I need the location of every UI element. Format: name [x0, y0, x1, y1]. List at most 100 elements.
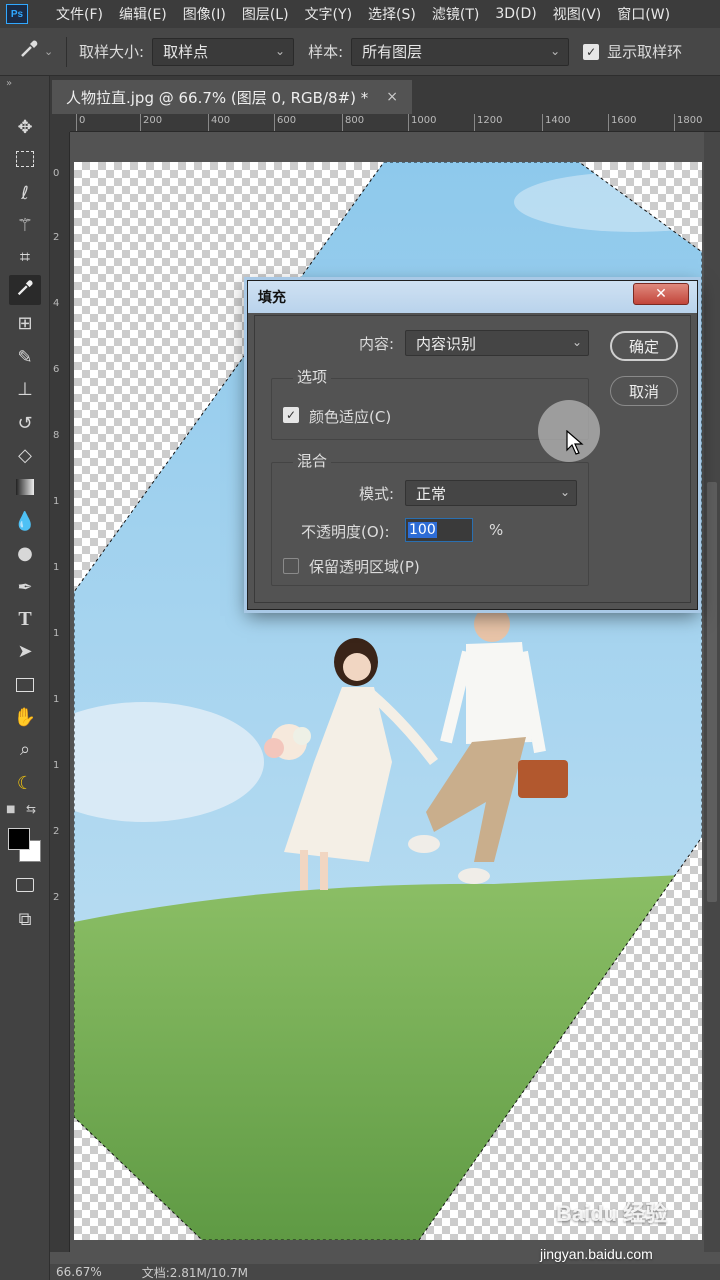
move-tool[interactable]: ✥ [9, 112, 41, 142]
rectangle-icon [16, 678, 34, 692]
screen-mode-icon: ⧉ [18, 908, 32, 930]
document-tab-title: 人物拉直.jpg @ 66.7% (图层 0, RGB/8#) * [66, 88, 369, 107]
path-selection-tool[interactable]: ➤ [9, 636, 41, 666]
stamp-tool[interactable]: ⊥ [9, 374, 41, 404]
zoom-level[interactable]: 66.67% [56, 1265, 102, 1279]
ok-button[interactable]: 确定 [610, 331, 678, 361]
type-icon: T [18, 607, 32, 630]
ruler-tick: 800 [342, 114, 364, 131]
ok-label: 确定 [628, 337, 659, 356]
arrow-icon: ➤ [17, 640, 33, 662]
divider [66, 36, 67, 67]
screen-mode-button[interactable]: ⧉ [9, 904, 41, 934]
ruler-tick: 1600 [608, 114, 636, 131]
close-icon: ✕ [655, 286, 667, 302]
ruler-tick: 8 [53, 430, 60, 441]
contents-select[interactable]: 内容识别 ⌄ [405, 330, 589, 356]
show-ring-checkbox[interactable]: ✓ [583, 43, 600, 60]
mode-label: 模式: [359, 485, 395, 503]
scrollbar-thumb[interactable] [707, 482, 717, 902]
eyedropper-tool[interactable] [9, 275, 41, 305]
lasso-tool[interactable]: ℓ [9, 178, 41, 208]
dialog-body: 内容: 内容识别 ⌄ 确定 取消 选项 ✓ 颜色适应(C) 混合 模式: 正常 … [254, 315, 691, 603]
dialog-titlebar[interactable]: 填充 ✕ [248, 281, 697, 313]
foreground-color-swatch[interactable] [8, 828, 30, 850]
chevron-down-icon: ⌄ [571, 335, 582, 349]
opacity-value: 100 [408, 522, 437, 538]
menu-3d[interactable]: 3D(D) [495, 6, 536, 22]
menu-image[interactable]: 图像(I) [183, 4, 226, 24]
menu-file[interactable]: 文件(F) [56, 4, 103, 24]
preserve-transparency-checkbox[interactable] [283, 558, 299, 574]
rectangle-tool[interactable] [9, 670, 41, 700]
quick-mask-button[interactable] [9, 870, 41, 900]
magic-wand-tool[interactable]: ⚚ [9, 210, 41, 240]
tool-preset-picker[interactable]: ⌄ [18, 37, 58, 67]
menu-type[interactable]: 文字(Y) [305, 4, 352, 24]
hand-icon: ✋ [13, 706, 37, 728]
opacity-unit: % [489, 521, 504, 539]
menu-bar: Ps 文件(F) 编辑(E) 图像(I) 图层(L) 文字(Y) 选择(S) 滤… [0, 0, 720, 28]
gradient-tool[interactable] [9, 472, 41, 502]
pen-tool[interactable]: ✒ [9, 572, 41, 602]
ruler-tick: 400 [208, 114, 230, 131]
ruler-corner [50, 114, 70, 132]
menu-select[interactable]: 选择(S) [368, 4, 416, 24]
chevron-down-icon: ⌄ [275, 43, 286, 58]
close-dialog-button[interactable]: ✕ [633, 283, 689, 305]
healing-tool[interactable]: ⊞ [9, 308, 41, 338]
tools-panel: » ✥ ℓ ⚚ ⌗ ⊞ ✎ ⊥ ↺ ◇ 💧 ● ✒ T ➤ ✋ ⌕ ☾ ■ ⇆ … [0, 76, 50, 1280]
menu-edit[interactable]: 编辑(E) [119, 4, 167, 24]
default-colors-icon[interactable]: ■ [6, 804, 15, 815]
zoom-tool[interactable]: ⌕ [9, 734, 41, 764]
menu-view[interactable]: 视图(V) [553, 4, 602, 24]
edit-toolbar[interactable]: ☾ [9, 768, 41, 798]
color-adapt-checkbox[interactable]: ✓ [283, 407, 299, 423]
zoom-icon: ⌕ [19, 738, 31, 760]
crop-tool[interactable]: ⌗ [9, 242, 41, 272]
bandage-icon: ⊞ [17, 312, 33, 334]
ruler-tick: 1 [53, 760, 60, 771]
ruler-tick: 1200 [474, 114, 502, 131]
menu-layer[interactable]: 图层(L) [242, 4, 289, 24]
menu-filter[interactable]: 滤镜(T) [432, 4, 479, 24]
dodge-tool[interactable]: ● [9, 538, 41, 568]
mode-value: 正常 [416, 484, 447, 503]
ruler-tick: 200 [140, 114, 162, 131]
ruler-tick: 4 [53, 298, 60, 309]
preserve-transparency-label: 保留透明区域(P) [309, 558, 420, 576]
hand-tool[interactable]: ✋ [9, 702, 41, 732]
type-tool[interactable]: T [9, 604, 41, 634]
eraser-tool[interactable]: ◇ [9, 440, 41, 470]
sample-size-value: 取样点 [163, 43, 209, 61]
document-tab[interactable]: 人物拉直.jpg @ 66.7% (图层 0, RGB/8#) * × [52, 80, 412, 114]
ruler-tick: 2 [53, 826, 60, 837]
ruler-tick: 1 [53, 562, 60, 573]
color-adapt-label: 颜色适应(C) [309, 408, 392, 426]
opacity-input[interactable]: 100 [405, 518, 473, 542]
eyedropper-icon [18, 38, 40, 65]
collapse-icon[interactable]: » [6, 78, 12, 89]
eyedropper-icon [15, 278, 35, 303]
close-tab-icon[interactable]: × [386, 89, 398, 105]
photoshop-logo-icon: Ps [6, 4, 28, 24]
contents-value: 内容识别 [416, 334, 477, 353]
options-group-title: 选项 [293, 366, 332, 387]
ruler-tick: 1800 [674, 114, 702, 131]
cancel-button[interactable]: 取消 [610, 376, 678, 406]
ruler-tick: 1 [53, 694, 60, 705]
blur-tool[interactable]: 💧 [9, 506, 41, 536]
mode-select[interactable]: 正常 ⌄ [405, 480, 577, 506]
history-brush-tool[interactable]: ↺ [9, 408, 41, 438]
ruler-tick: 2 [53, 892, 60, 903]
menu-window[interactable]: 窗口(W) [617, 4, 670, 24]
sample-size-select[interactable]: 取样点 ⌄ [152, 37, 295, 66]
swap-colors-icon[interactable]: ⇆ [26, 802, 36, 816]
marquee-tool[interactable] [9, 144, 41, 174]
marquee-icon [16, 151, 34, 167]
sample-size-label: 取样大小: [79, 43, 145, 61]
vertical-scrollbar[interactable] [704, 132, 720, 1252]
ruler-tick: 1 [53, 496, 60, 507]
brush-tool[interactable]: ✎ [9, 342, 41, 372]
sample-select[interactable]: 所有图层 ⌄ [351, 37, 570, 66]
